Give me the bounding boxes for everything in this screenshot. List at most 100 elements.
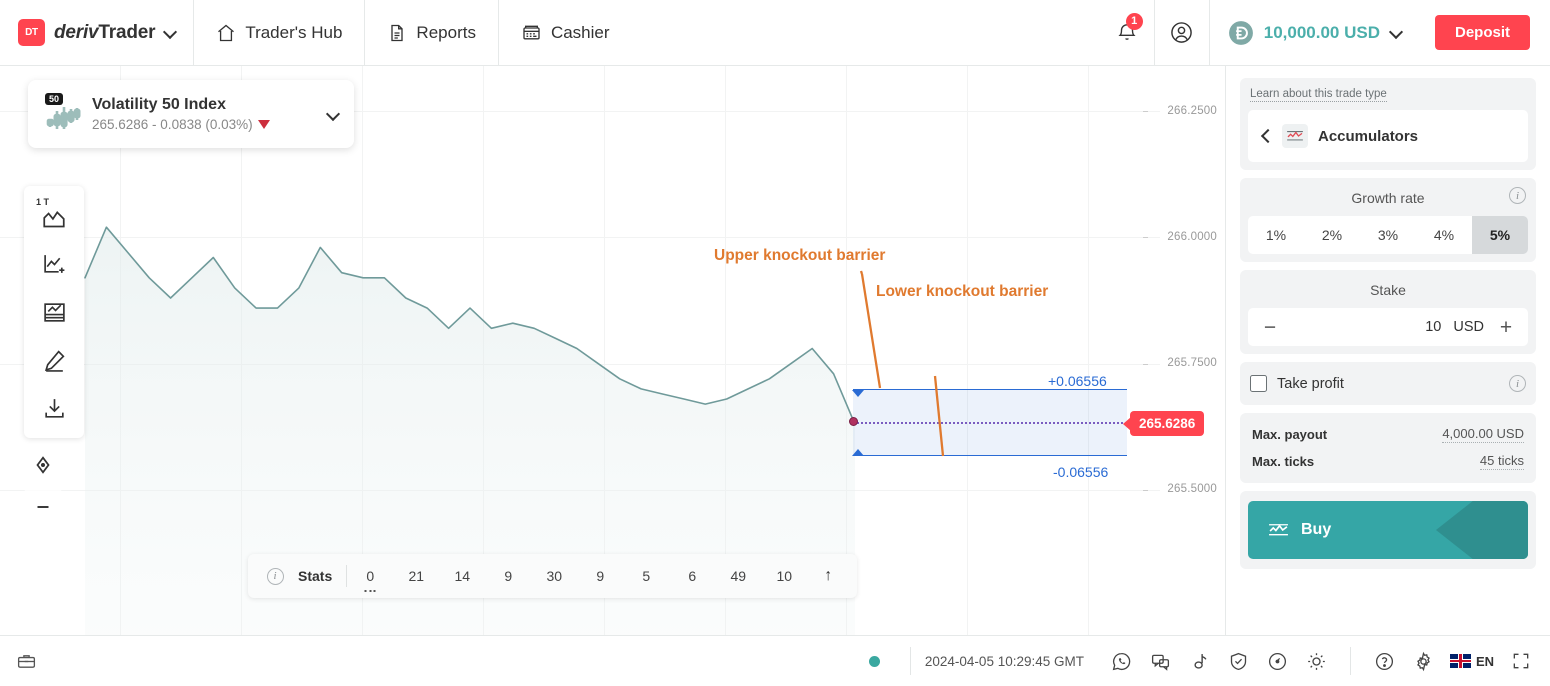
stake-increment-button[interactable]: + [1496, 317, 1516, 338]
nav-reports[interactable]: Reports [365, 0, 498, 65]
app-footer: 2024-04-05 10:29:45 GMT EN [0, 635, 1550, 686]
info-icon[interactable]: i [1509, 187, 1526, 204]
growth-rate-option-5[interactable]: 5% [1472, 216, 1528, 254]
growth-rate-option-3[interactable]: 3% [1360, 216, 1416, 254]
chart-area[interactable]: 266.2500 266.0000 265.7500 265.5000 +0.0… [0, 66, 1225, 635]
upper-barrier-value: +0.06556 [1048, 373, 1107, 389]
chevron-down-icon[interactable] [164, 26, 177, 39]
brand-title: derivTrader [54, 22, 156, 44]
stat-value[interactable]: 5 [623, 568, 669, 584]
zoom-out-button[interactable] [24, 488, 62, 526]
help-icon [1375, 652, 1394, 670]
chevron-down-icon[interactable] [1390, 26, 1403, 39]
stats-title: Stats [298, 568, 333, 584]
deriv-go-button[interactable] [1180, 636, 1219, 686]
stat-value[interactable]: 9 [577, 568, 623, 584]
notifications-button[interactable]: 1 [1100, 0, 1154, 66]
buy-button-label: Buy [1301, 521, 1332, 538]
growth-rate-option-2[interactable]: 2% [1304, 216, 1360, 254]
stats-expand-button[interactable]: ↑ [807, 567, 849, 585]
network-status-button[interactable] [1258, 636, 1297, 686]
max-ticks-row: Max. ticks 45 ticks [1248, 448, 1528, 475]
growth-rate-option-4[interactable]: 4% [1416, 216, 1472, 254]
lower-barrier-marker-icon [852, 448, 864, 456]
stats-info-button[interactable]: i [256, 567, 294, 585]
stat-value[interactable]: 21 [393, 568, 439, 584]
growth-rate-title: Growth rate [1351, 190, 1425, 206]
crosshair-button[interactable] [24, 446, 62, 484]
stake-currency: USD [1453, 319, 1484, 335]
current-price-tag: 265.6286 [1130, 411, 1205, 436]
nav-traders-hub[interactable]: Trader's Hub [194, 0, 364, 65]
deriv-logo-icon: DT [18, 19, 45, 46]
server-time: 2024-04-05 10:29:45 GMT [924, 653, 1084, 669]
symbol-selector[interactable]: 50 Volatility 50 Index 265.6286 - 0.0838… [28, 80, 354, 148]
livechat-icon [1151, 654, 1170, 671]
language-button[interactable]: EN [1443, 636, 1501, 686]
footer-right-group: 2024-04-05 10:29:45 GMT EN [868, 636, 1550, 686]
trade-type-card: Learn about this trade type Accumulators [1240, 78, 1536, 170]
chart-type-button[interactable]: 1 T [24, 192, 84, 240]
account-button[interactable] [1155, 0, 1209, 66]
upper-barrier-marker-icon [852, 389, 864, 397]
stat-value[interactable]: 49 [715, 568, 761, 584]
notification-badge: 1 [1125, 12, 1143, 30]
entry-spot-marker [849, 417, 858, 426]
stake-decrement-button[interactable]: − [1260, 317, 1280, 338]
stake-input-row: − 10 USD + [1248, 308, 1528, 346]
fullscreen-button[interactable] [1501, 636, 1540, 686]
take-profit-row[interactable]: Take profit i [1248, 372, 1528, 395]
minus-icon [37, 506, 49, 508]
download-button[interactable] [24, 384, 84, 432]
timeframe-label: 1 T [36, 197, 50, 207]
trade-type-selector[interactable]: Accumulators [1248, 110, 1528, 162]
brand-logo[interactable]: DT derivTrader [0, 0, 193, 65]
stat-value[interactable]: 14 [439, 568, 485, 584]
add-indicator-button[interactable] [24, 240, 84, 288]
download-icon [44, 398, 64, 418]
balance-amount: 10,000.00 USD [1263, 22, 1380, 42]
chevron-left-icon[interactable] [1260, 130, 1272, 142]
pencil-draw-icon [44, 349, 65, 372]
price-line-series [84, 226, 856, 635]
symbol-price-row: 265.6286 - 0.0838 (0.03%) [92, 117, 270, 132]
stake-input[interactable]: 10 [1280, 319, 1453, 335]
help-button[interactable] [1365, 636, 1404, 686]
stat-value[interactable]: 10 [761, 568, 807, 584]
symbol-price-change: 265.6286 - 0.0838 (0.03%) [92, 117, 253, 132]
settings-button[interactable] [1404, 636, 1443, 686]
growth-rate-option-1[interactable]: 1% [1248, 216, 1304, 254]
uk-flag-icon [1449, 654, 1471, 668]
accumulator-glyph-icon [1287, 131, 1303, 141]
nav-cashier[interactable]: Cashier [499, 0, 632, 65]
chart-table-button[interactable] [24, 288, 84, 336]
responsible-trading-button[interactable] [1219, 636, 1258, 686]
growth-rate-card: Growth rate i 1% 2% 3% 4% 5% [1240, 178, 1536, 262]
deposit-button[interactable]: Deposit [1434, 15, 1530, 50]
network-status-icon [1268, 652, 1287, 670]
account-balance[interactable]: 10,000.00 USD [1208, 0, 1417, 66]
info-icon[interactable]: i [1509, 375, 1526, 392]
stat-value[interactable]: 6 [669, 568, 715, 584]
buy-button[interactable]: Buy [1248, 501, 1528, 559]
y-axis-label: 265.7500 [1167, 357, 1217, 369]
chart-toolbar: 1 T [24, 186, 84, 438]
y-axis-tick [1143, 490, 1148, 491]
whatsapp-button[interactable] [1102, 636, 1141, 686]
stat-value[interactable]: 0 [347, 568, 393, 584]
entry-price-line [853, 422, 1127, 424]
draw-button[interactable] [24, 336, 84, 384]
learn-trade-type-link[interactable]: Learn about this trade type [1250, 88, 1387, 102]
app-header: DT derivTrader Trader's Hub Reports Cash… [0, 0, 1550, 66]
nav-traders-hub-label: Trader's Hub [245, 22, 343, 42]
theme-toggle-button[interactable] [1297, 636, 1336, 686]
max-ticks-label: Max. ticks [1252, 454, 1315, 469]
stat-value[interactable]: 9 [485, 568, 531, 584]
portfolio-button[interactable] [0, 651, 52, 672]
stats-bar: i Stats 0 21 14 9 30 9 5 6 49 10 ↑ [248, 554, 858, 598]
nav-cashier-label: Cashier [550, 22, 610, 42]
take-profit-checkbox[interactable] [1250, 375, 1267, 392]
livechat-button[interactable] [1141, 636, 1180, 686]
stat-value[interactable]: 30 [531, 568, 577, 584]
chevron-down-icon[interactable] [327, 108, 340, 121]
